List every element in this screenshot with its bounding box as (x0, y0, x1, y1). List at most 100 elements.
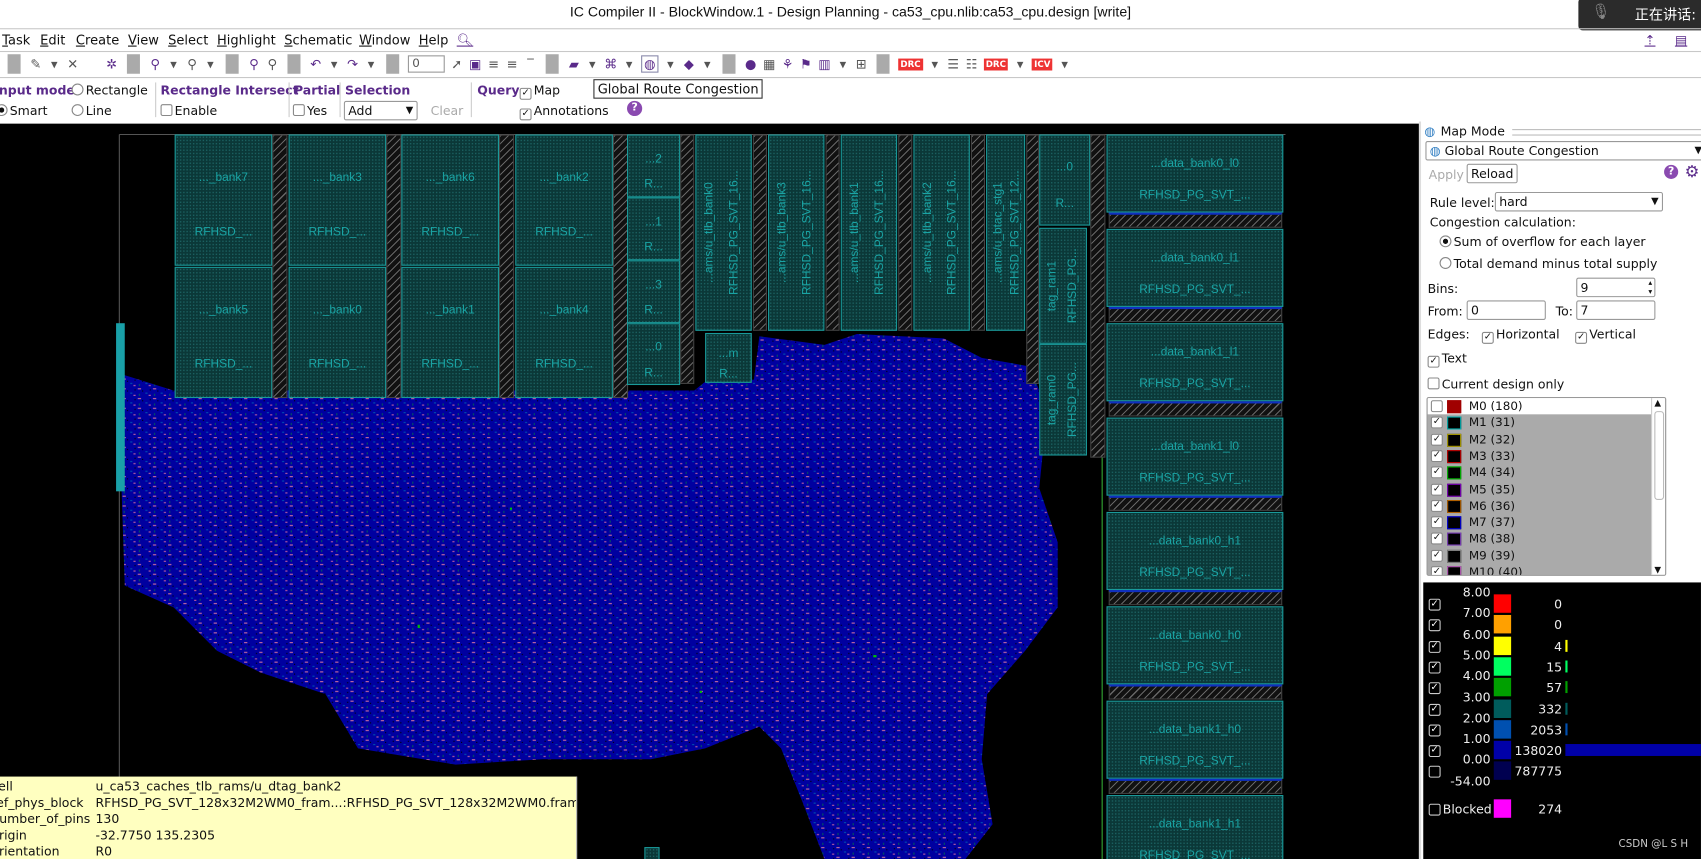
macro-block[interactable]: ..._bank1 RFHSD_... (401, 266, 500, 399)
help-icon[interactable]: ? (1664, 164, 1679, 179)
pin-icon[interactable]: ● (744, 56, 757, 71)
menu-task[interactable]: Task (2, 33, 30, 48)
radio-rectangle[interactable]: Rectangle (71, 82, 148, 98)
menu-window[interactable]: Window (359, 33, 410, 48)
macro-block[interactable]: ...data_bank1_l1 RFHSD_PG_SVT_... (1106, 323, 1284, 402)
macro-block[interactable]: ...ams/u_tlb_bank1 RFHSD_PG_SVT_16... (840, 134, 898, 331)
radio-smart[interactable]: Smart (0, 103, 48, 118)
bins-spinner[interactable]: 9 ▴ ▾ (1576, 277, 1656, 298)
map-mode-icon[interactable]: ◍ (641, 55, 659, 73)
layer-item[interactable]: ✓ M7 (37) (1427, 514, 1652, 531)
message-icon[interactable]: ▰ (567, 56, 580, 71)
apply-button[interactable]: Apply (1429, 167, 1464, 182)
redo-icon[interactable]: ↷ (346, 56, 359, 71)
layer-checkbox[interactable]: ✓ (1430, 499, 1443, 512)
layers-icon[interactable]: ◆ (682, 56, 695, 71)
text-checkbox[interactable]: ✓ Text (1427, 350, 1467, 368)
hierarchy-icon[interactable]: ⌘ (604, 56, 617, 71)
help-icon[interactable]: ? (627, 100, 643, 117)
macro-block[interactable]: ..._bank3 RFHSD_... (288, 134, 387, 266)
checklist-icon[interactable]: ☰ (947, 56, 960, 71)
layer-checkbox[interactable] (1430, 400, 1443, 413)
gear-icon[interactable]: ⚙ (1685, 162, 1700, 182)
panel-icon[interactable]: ▤ (1675, 33, 1687, 48)
level-spinner[interactable]: 0 (407, 55, 445, 73)
macro-block[interactable]: ..._bank5 RFHSD_... (174, 266, 273, 399)
layer-item[interactable]: ✓ M2 (32) (1427, 431, 1652, 448)
vertical-checkbox[interactable]: ✓ Vertical (1575, 326, 1636, 344)
rule-level-dropdown[interactable]: hard ▼ (1494, 191, 1663, 212)
layout-canvas[interactable]: ..._bank7 RFHSD_... ..._bank5 RFHSD_... ..._… (0, 123, 1419, 859)
bin-checkbox[interactable]: ✓ (1428, 682, 1441, 695)
layer-item[interactable]: M0 (180) (1427, 398, 1652, 415)
drc-icon[interactable]: DRC (898, 58, 923, 70)
horizontal-checkbox[interactable]: ✓ Horizontal (1481, 326, 1560, 344)
undo-icon[interactable]: ↶ (309, 56, 322, 71)
tree-icon[interactable]: ⊞ (855, 56, 868, 71)
macro-block[interactable]: ..._bank4 RFHSD_... (515, 266, 613, 399)
menu-edit[interactable]: Edit (40, 33, 65, 48)
bin-checkbox[interactable]: ✓ (1428, 745, 1441, 758)
bin-checkbox[interactable] (1428, 766, 1441, 779)
macro-block[interactable]: ...data_bank0_h1 RFHSD_PG_SVT_... (1106, 511, 1284, 591)
from-input[interactable]: 0 (1466, 300, 1546, 320)
select-star-icon[interactable]: ✲ (105, 56, 118, 71)
radio-line[interactable]: Line (71, 103, 112, 118)
macro-block[interactable]: ...ams/u_tlb_bank3 RFHSD_PG_SVT_16... (768, 134, 825, 331)
macro-block[interactable]: ...1 R... (627, 197, 681, 261)
layer-item[interactable]: ✓ M1 (31) (1427, 414, 1652, 432)
layer-checkbox[interactable]: ✓ (1430, 416, 1443, 429)
zoom-out-icon[interactable]: ⚲ (266, 56, 279, 71)
list-icon[interactable]: ☷ (965, 56, 978, 71)
bin-checkbox[interactable]: ✓ (1428, 619, 1441, 632)
enable-checkbox[interactable]: Enable (160, 103, 217, 118)
blocked-checkbox[interactable] (1428, 803, 1441, 816)
grid-icon[interactable]: ▦ (763, 56, 776, 71)
layer-item[interactable]: ✓ M3 (33) (1427, 447, 1652, 465)
properties-icon[interactable]: ▣ (469, 56, 482, 71)
pointer-icon[interactable]: ➚ (450, 56, 463, 71)
drc-list-icon[interactable]: DRC (983, 58, 1009, 70)
macro-block[interactable]: ..._bank6 RFHSD_... (401, 134, 500, 266)
layer-checkbox[interactable]: ✓ (1430, 566, 1443, 575)
macro-block[interactable]: ...data_bank0_h0 RFHSD_PG_SVT_... (1106, 606, 1284, 685)
macro-block[interactable]: ..._bank7 RFHSD_... (174, 134, 273, 266)
zoom-icon[interactable]: ⚲ (186, 56, 199, 71)
macro-block[interactable]: tag_ram1 RFHSD_PG... (1039, 227, 1087, 344)
selection-dropdown[interactable]: Add ▼ (343, 100, 418, 121)
menu-select[interactable]: Select (168, 33, 208, 48)
menu-help[interactable]: Help (419, 33, 449, 48)
macro-block[interactable]: ..._bank0 RFHSD_... (288, 266, 387, 399)
current-design-only-checkbox[interactable]: Current design only (1427, 376, 1564, 392)
partial-yes-checkbox[interactable]: Yes (292, 103, 327, 118)
layer-checkbox[interactable]: ✓ (1430, 483, 1443, 496)
bin-checkbox[interactable]: ✓ (1428, 640, 1441, 653)
menu-view[interactable]: View (128, 33, 159, 48)
align-icon[interactable]: ≡ (487, 56, 500, 71)
layer-checkbox[interactable]: ✓ (1430, 466, 1443, 479)
align2-icon[interactable]: ≡ (506, 56, 519, 71)
bin-checkbox[interactable]: ✓ (1428, 661, 1441, 674)
macro-block[interactable]: ...data_bank0_l1 RFHSD_PG_SVT_... (1106, 228, 1284, 307)
layer-checkbox[interactable]: ✓ (1430, 449, 1443, 462)
layer-item[interactable]: ✓ M5 (35) (1427, 481, 1652, 498)
radio-total-demand[interactable]: Total demand minus total supply (1439, 256, 1657, 271)
bin-checkbox[interactable]: ✓ (1428, 724, 1441, 737)
macro-block[interactable]: ...data_bank1_l0 RFHSD_PG_SVT_... (1106, 417, 1284, 496)
layer-item[interactable]: ✓ M6 (36) (1427, 497, 1652, 515)
to-input[interactable]: 7 (1576, 300, 1656, 320)
macro-block[interactable]: ...2 R... (627, 134, 681, 198)
map-type-dropdown[interactable]: ◍ Global Route Congestion▼ (1425, 140, 1701, 161)
layer-item[interactable]: ✓ M10 (40) (1427, 563, 1652, 575)
net-icon[interactable]: ⚑ (799, 56, 812, 71)
macro-block[interactable]: ...ams/u_tlb_bank2 RFHSD_PG_SVT_16... (913, 134, 970, 331)
menu-highlight[interactable]: Highlight (217, 33, 276, 48)
chart-icon[interactable]: ▥ (818, 56, 831, 71)
macro-block[interactable]: ..._bank2 RFHSD_... (515, 134, 613, 266)
layer-item[interactable]: ✓ M4 (34) (1427, 464, 1652, 482)
menu-create[interactable]: Create (76, 33, 119, 48)
layer-checkbox[interactable]: ✓ (1430, 433, 1443, 446)
zoom-in-icon[interactable]: ⚲ (247, 56, 260, 71)
pencil-icon[interactable]: ✎ (29, 56, 42, 71)
delete-icon[interactable]: ✕ (66, 56, 79, 71)
